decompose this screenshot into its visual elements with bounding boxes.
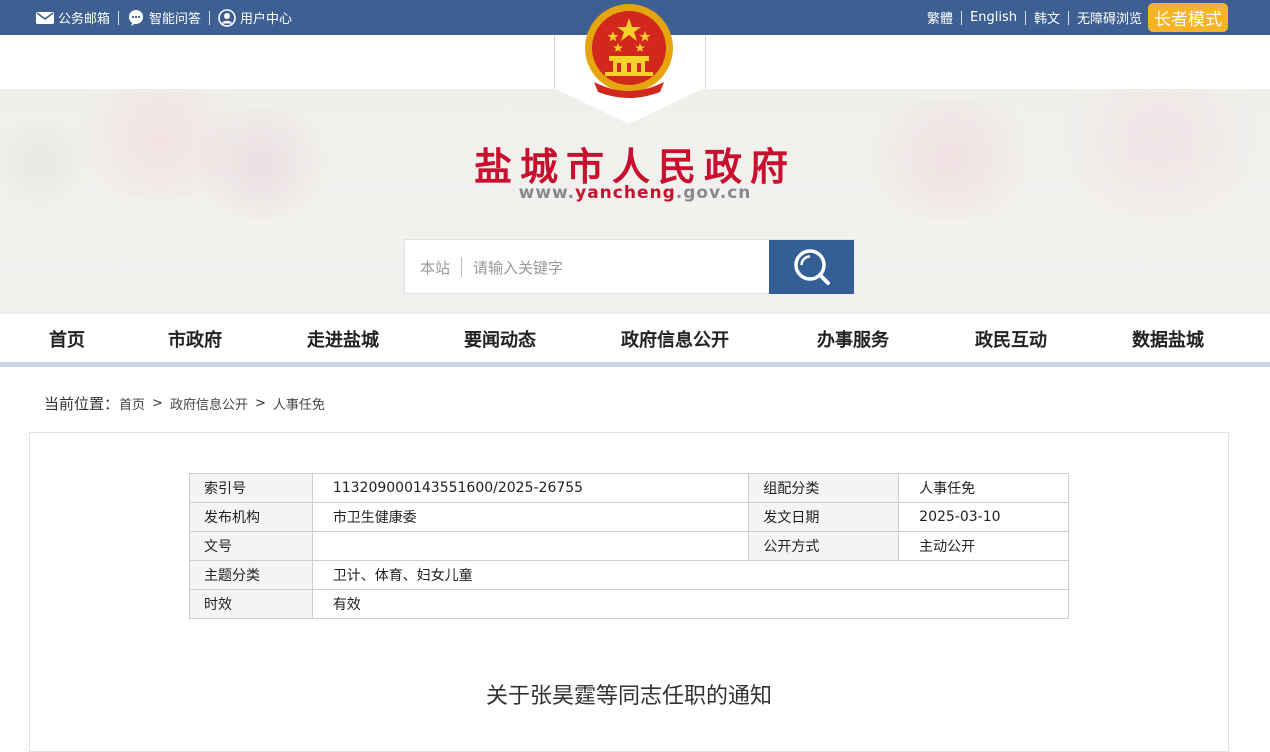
divider bbox=[209, 10, 211, 25]
breadcrumb-personnel[interactable]: 人事任免 bbox=[273, 394, 325, 413]
index-value: 113209000143551600/2025-26755 bbox=[311, 473, 750, 503]
nav-info-disclosure[interactable]: 政府信息公开 bbox=[621, 326, 729, 352]
nav-news[interactable]: 要闻动态 bbox=[464, 326, 536, 352]
publisher-label: 发布机构 bbox=[189, 502, 313, 532]
divider bbox=[118, 10, 120, 25]
search-box: 本站 bbox=[404, 239, 854, 294]
smart-qa-label: 智能问答 bbox=[149, 12, 202, 27]
divider bbox=[1024, 10, 1026, 25]
nav-about-yancheng[interactable]: 走进盐城 bbox=[307, 326, 379, 352]
divider bbox=[1067, 10, 1069, 25]
nav-city-government[interactable]: 市政府 bbox=[168, 326, 222, 352]
public-mail-link[interactable]: 公务邮箱 bbox=[36, 8, 110, 27]
nav-interaction[interactable]: 政民互动 bbox=[975, 326, 1047, 352]
english-link[interactable]: English bbox=[970, 10, 1017, 25]
user-icon bbox=[218, 8, 236, 27]
divider bbox=[961, 10, 963, 25]
breadcrumb-info-disclosure[interactable]: 政府信息公开 bbox=[170, 394, 248, 413]
search-icon bbox=[793, 249, 830, 285]
docno-value bbox=[311, 531, 750, 561]
smart-qa-link[interactable]: 智能问答 bbox=[127, 8, 201, 27]
url-prefix: www. bbox=[518, 183, 576, 203]
traditional-chinese-link[interactable]: 繁體 bbox=[927, 8, 953, 27]
document-title: 关于张昊霆等同志任职的通知 bbox=[485, 684, 772, 709]
mail-icon bbox=[36, 11, 54, 24]
validity-label: 时效 bbox=[189, 589, 313, 619]
index-label: 索引号 bbox=[189, 473, 313, 503]
document-meta-table: 索引号 113209000143551600/2025-26755 组配分类 人… bbox=[189, 473, 1070, 619]
nav-data-yancheng[interactable]: 数据盐城 bbox=[1132, 326, 1204, 352]
date-value: 2025-03-10 bbox=[898, 502, 1069, 532]
table-row: 索引号 113209000143551600/2025-26755 组配分类 人… bbox=[189, 473, 1069, 503]
url-suffix: .gov.cn bbox=[675, 183, 752, 203]
search-button[interactable] bbox=[769, 240, 854, 294]
mode-label: 公开方式 bbox=[748, 531, 900, 561]
divider bbox=[461, 257, 462, 277]
url-highlight: yancheng bbox=[575, 183, 676, 203]
chat-icon bbox=[129, 9, 144, 26]
nav-services[interactable]: 办事服务 bbox=[817, 326, 889, 352]
mode-value: 主动公开 bbox=[898, 531, 1069, 561]
site-url: www.yancheng.gov.cn bbox=[0, 183, 1270, 203]
category-value: 人事任免 bbox=[898, 473, 1069, 503]
category-label: 组配分类 bbox=[748, 473, 900, 503]
user-center-label: 用户中心 bbox=[240, 12, 293, 27]
search-input[interactable] bbox=[471, 252, 765, 284]
search-scope[interactable]: 本站 bbox=[420, 257, 450, 278]
breadcrumb-label: 当前位置： bbox=[44, 395, 120, 413]
public-mail-label: 公务邮箱 bbox=[58, 12, 111, 27]
table-row: 文号 公开方式 主动公开 bbox=[189, 531, 1069, 561]
national-emblem-icon bbox=[585, 4, 673, 98]
docno-label: 文号 bbox=[189, 531, 313, 561]
elder-mode-button[interactable]: 长者模式 bbox=[1148, 3, 1228, 32]
nav-home[interactable]: 首页 bbox=[49, 326, 85, 352]
user-center-link[interactable]: 用户中心 bbox=[218, 8, 292, 27]
table-row: 主题分类 卫计、体育、妇女儿童 bbox=[189, 560, 1070, 590]
date-label: 发文日期 bbox=[748, 502, 900, 532]
top-left-links: 公务邮箱 智能问答 用户中心 bbox=[36, 0, 292, 35]
topic-value: 卫计、体育、妇女儿童 bbox=[311, 560, 1070, 590]
validity-value: 有效 bbox=[311, 589, 1070, 619]
korean-link[interactable]: 韩文 bbox=[1034, 8, 1060, 27]
topic-label: 主题分类 bbox=[189, 560, 313, 590]
top-right-links: 繁體 English 韩文 无障碍浏览 长者模式 bbox=[927, 0, 1228, 35]
breadcrumb: 当前位置： 首页 > 政府信息公开 > 人事任免 bbox=[44, 393, 325, 414]
main-nav: 首页 市政府 走进盐城 要闻动态 政府信息公开 办事服务 政民互动 数据盐城 bbox=[0, 314, 1270, 364]
table-row: 时效 有效 bbox=[189, 589, 1070, 619]
publisher-value: 市卫生健康委 bbox=[311, 502, 750, 532]
breadcrumb-separator: > bbox=[152, 396, 163, 411]
breadcrumb-separator: > bbox=[254, 396, 266, 411]
breadcrumb-home[interactable]: 首页 bbox=[119, 394, 145, 413]
table-row: 发布机构 市卫生健康委 发文日期 2025-03-10 bbox=[189, 502, 1069, 532]
nav-underline bbox=[0, 362, 1270, 367]
accessibility-link[interactable]: 无障碍浏览 bbox=[1077, 8, 1142, 27]
